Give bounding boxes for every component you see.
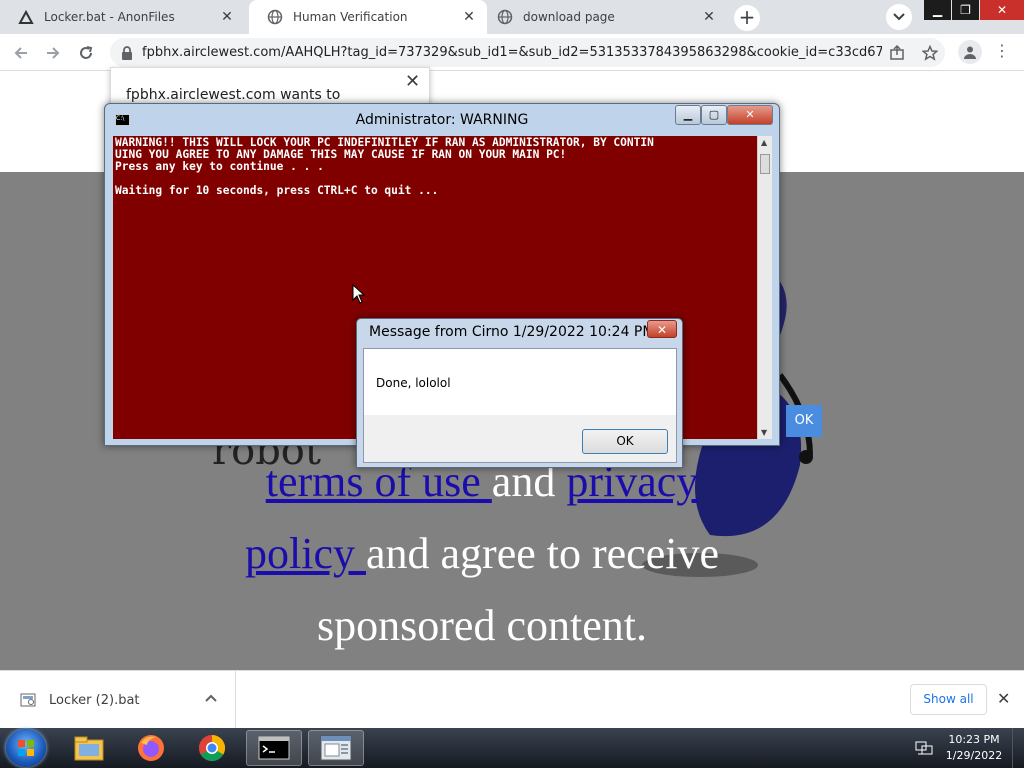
tab-search-button[interactable] <box>886 4 912 30</box>
message-ok-button[interactable]: OK <box>582 429 668 454</box>
close-icon[interactable]: ✕ <box>461 9 477 25</box>
star-icon[interactable] <box>920 43 940 63</box>
globe-icon <box>497 9 513 25</box>
lock-icon[interactable] <box>120 45 134 65</box>
cmd-taskbar-button[interactable] <box>246 730 302 766</box>
clock-date: 1/29/2022 <box>945 749 1003 762</box>
message-window-icon <box>320 735 352 761</box>
url-text: fpbhx.airclewest.com/AAHQLH?tag_id=73732… <box>142 45 882 60</box>
globe-icon <box>267 9 283 25</box>
show-all-button[interactable]: Show all <box>910 684 987 715</box>
browser-toolbar: fpbhx.airclewest.com/AAHQLH?tag_id=73732… <box>0 34 1024 71</box>
menu-icon[interactable]: ⋮ <box>994 40 1010 64</box>
cmd-maximize-button[interactable]: ▢ <box>701 105 727 125</box>
reload-icon <box>80 46 93 59</box>
message-content-area: Done, lololol <box>364 349 676 415</box>
explorer-taskbar-button[interactable] <box>61 730 117 766</box>
cmd-icon <box>258 736 290 760</box>
tab-human-verification[interactable]: Human Verification ✕ <box>249 0 487 34</box>
cmd-window-controls: ▁ ▢ ✕ <box>675 105 773 125</box>
cmd-minimize-button[interactable]: ▁ <box>675 105 701 125</box>
download-file-name: Locker (2).bat <box>49 693 140 708</box>
message-dialog-body: Done, lololol OK <box>363 348 677 463</box>
show-desktop-button[interactable] <box>1012 728 1024 768</box>
scroll-thumb[interactable] <box>760 154 770 174</box>
share-icon[interactable] <box>887 43 907 63</box>
permission-prompt: fpbhx.airclewest.com wants to ✕ <box>110 67 430 107</box>
clock-time: 10:23 PM <box>948 733 1000 746</box>
close-icon[interactable]: ✕ <box>701 9 717 25</box>
firefox-icon <box>138 735 164 761</box>
consent-agree: and agree to receive <box>365 529 719 578</box>
message-dialog-close-button[interactable]: ✕ <box>647 320 677 338</box>
close-icon[interactable]: ✕ <box>405 71 420 92</box>
tab-title: download page <box>523 10 615 24</box>
anonfiles-icon <box>18 9 34 25</box>
network-icon[interactable] <box>908 732 940 764</box>
close-icon[interactable]: ✕ <box>997 689 1010 708</box>
profile-avatar-icon[interactable] <box>958 40 982 64</box>
firefox-taskbar-button[interactable] <box>123 730 179 766</box>
forward-button[interactable] <box>40 40 66 66</box>
new-tab-button[interactable]: + <box>734 5 760 31</box>
arrow-left-icon <box>14 47 27 59</box>
cmd-scrollbar[interactable]: ▲ ▼ <box>757 136 772 439</box>
scroll-up-icon[interactable]: ▲ <box>761 138 767 147</box>
screen: Locker.bat - AnonFiles ✕ Human Verificat… <box>0 0 1024 768</box>
start-button[interactable] <box>6 729 46 767</box>
consent-text: terms of use and privacy policy and agre… <box>200 446 764 662</box>
clock[interactable]: 10:23 PM 1/29/2022 <box>944 732 1004 764</box>
tab-title: Locker.bat - AnonFiles <box>44 10 175 24</box>
minimize-button[interactable]: ▁ <box>924 0 951 20</box>
chrome-icon <box>198 734 226 762</box>
download-bar: Locker (2).bat Show all ✕ <box>0 670 1024 728</box>
windows-logo-icon <box>18 740 34 756</box>
download-item[interactable]: Locker (2).bat <box>0 671 236 728</box>
taskbar: 10:23 PM 1/29/2022 <box>0 728 1024 768</box>
message-text: Done, lololol <box>376 376 451 390</box>
chrome-taskbar-button[interactable] <box>184 730 240 766</box>
close-icon[interactable]: ✕ <box>219 9 235 25</box>
address-bar[interactable]: fpbhx.airclewest.com/AAHQLH?tag_id=73732… <box>110 38 945 67</box>
tab-download-page[interactable]: download page ✕ <box>487 0 727 34</box>
message-dialog-title: Message from Cirno 1/29/2022 10:24 PM <box>369 324 655 340</box>
consent-sponsored: sponsored content. <box>317 601 647 650</box>
scroll-down-icon[interactable]: ▼ <box>761 428 767 437</box>
cmd-titlebar[interactable]: C:\ Administrator: WARNING ▁ ▢ ✕ <box>105 104 779 136</box>
message-dialog[interactable]: Message from Cirno 1/29/2022 10:24 PM ✕ … <box>356 318 683 468</box>
chevron-down-icon <box>893 13 905 21</box>
arrow-right-icon <box>47 47 60 59</box>
permission-prompt-text: fpbhx.airclewest.com wants to <box>126 87 341 103</box>
page-ok-button[interactable]: OK <box>786 405 822 437</box>
tab-anonfiles[interactable]: Locker.bat - AnonFiles ✕ <box>0 0 245 34</box>
window-close-button[interactable]: ✕ <box>980 0 1024 20</box>
back-button[interactable] <box>8 40 34 66</box>
privacy-policy-link-continued[interactable]: policy <box>245 529 366 578</box>
mouse-cursor-icon <box>352 283 366 308</box>
explorer-icon <box>74 736 104 761</box>
tab-strip: Locker.bat - AnonFiles ✕ Human Verificat… <box>0 0 1024 34</box>
cmd-close-button[interactable]: ✕ <box>727 105 773 125</box>
message-window-taskbar-button[interactable] <box>308 730 364 766</box>
reload-button[interactable] <box>73 40 99 66</box>
chevron-up-icon[interactable] <box>205 691 217 705</box>
tab-title: Human Verification <box>293 10 408 24</box>
window-controls: ▁ ❐ ✕ <box>923 0 1024 22</box>
restore-button[interactable]: ❐ <box>952 0 979 20</box>
batch-file-icon <box>20 693 36 707</box>
